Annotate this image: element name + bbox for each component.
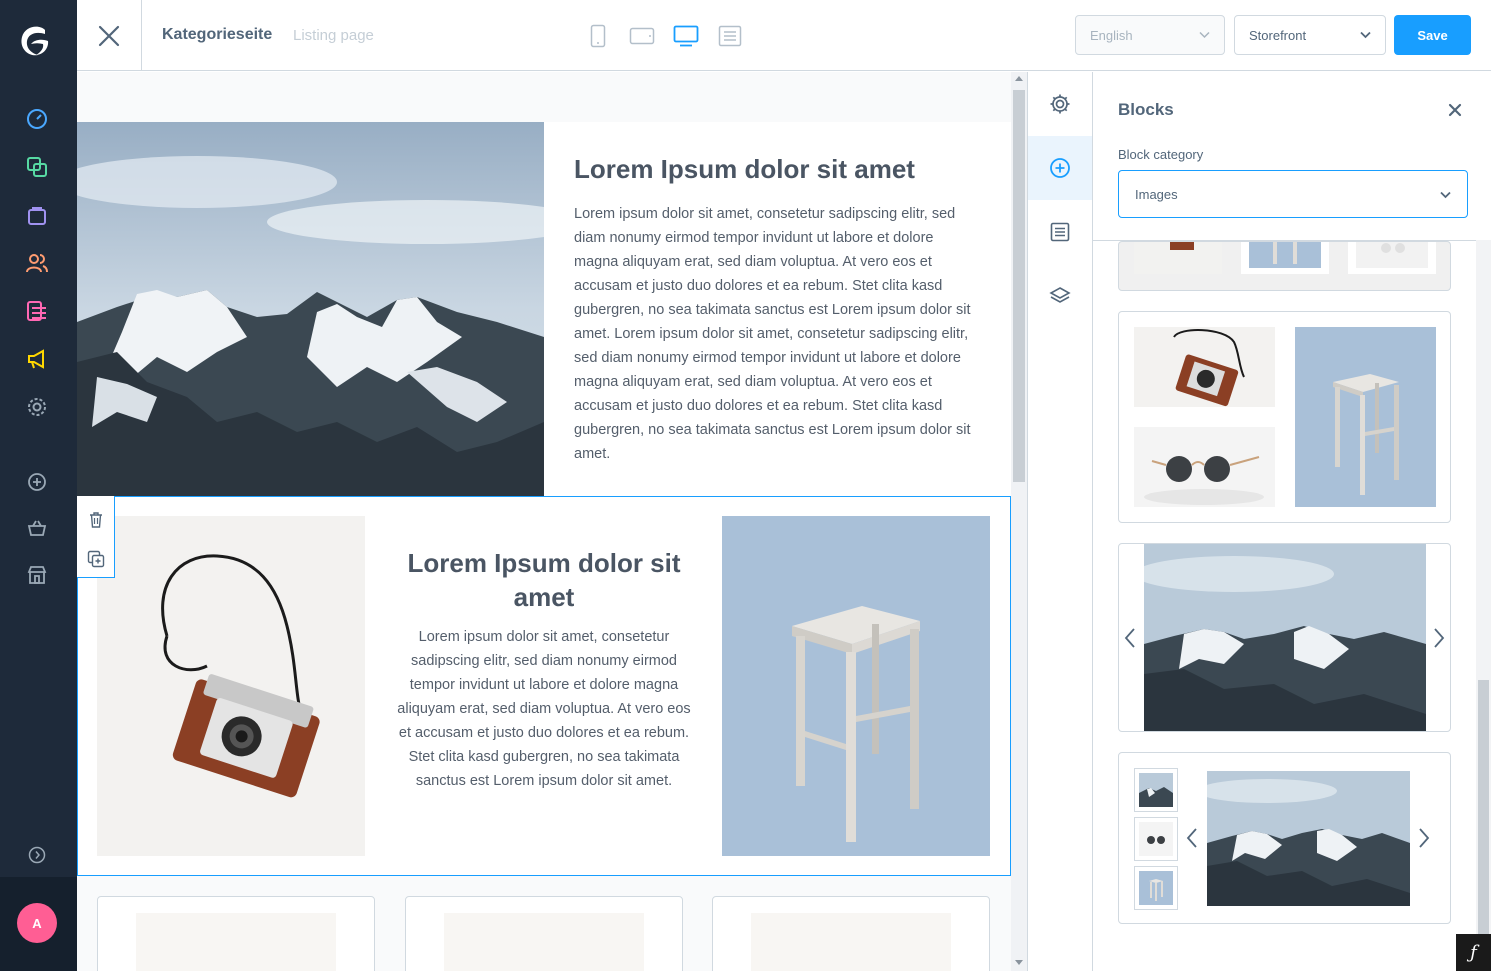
page-type: Listing page: [293, 27, 374, 44]
tablet-landscape-icon[interactable]: [628, 22, 656, 50]
scroll-thumb[interactable]: [1013, 90, 1025, 482]
marketing-icon[interactable]: [24, 346, 50, 372]
user-area: A: [0, 877, 77, 971]
block-heading: Lorem Ipsum dolor sit amet: [407, 548, 681, 612]
block-preview-image-gallery[interactable]: [1118, 311, 1451, 523]
plus-circle-icon[interactable]: [1028, 136, 1092, 200]
main-navigation: A: [0, 0, 77, 971]
chevron-right-icon: [1431, 626, 1447, 650]
list-icon[interactable]: [1028, 200, 1092, 264]
mobile-icon[interactable]: [584, 22, 612, 50]
chevron-left-icon: [1122, 626, 1138, 650]
scroll-down-arrow[interactable]: [1015, 960, 1023, 965]
sales-channel-value: Storefront: [1249, 28, 1307, 43]
page-title: Kategorieseite: [162, 26, 273, 43]
chevron-down-icon: [1360, 31, 1371, 39]
block-actions: [77, 496, 115, 578]
shopping-basket-icon[interactable]: [24, 515, 50, 541]
column-card[interactable]: [405, 896, 683, 971]
form-icon[interactable]: [716, 22, 744, 50]
image-placeholder: [136, 913, 336, 971]
save-button[interactable]: Save: [1394, 15, 1471, 55]
customers-icon[interactable]: [24, 250, 50, 276]
mountain-image: [77, 122, 544, 496]
stool-thumbnail: [1295, 327, 1436, 507]
add-sales-channel-icon[interactable]: [24, 469, 50, 495]
text-element[interactable]: Lorem Ipsum dolor sit amet Lorem ipsum d…: [574, 154, 979, 466]
blocks-panel: Blocks Block category Images: [1093, 72, 1491, 971]
chevron-right-icon: [1416, 826, 1432, 850]
stool-thumbnail: [1241, 242, 1329, 274]
canvas-scrollbar[interactable]: [1011, 72, 1027, 971]
language-value: English: [1090, 28, 1133, 43]
block-heading: Lorem Ipsum dolor sit amet: [574, 154, 915, 184]
close-icon[interactable]: [95, 22, 123, 50]
block-preview-image-slider[interactable]: [1118, 543, 1451, 732]
close-icon[interactable]: [1447, 102, 1463, 118]
stool-thumbnail: [1134, 866, 1178, 910]
language-select[interactable]: English: [1075, 15, 1225, 55]
dashboard-icon[interactable]: [24, 106, 50, 132]
divider: [141, 0, 142, 70]
trash-icon[interactable]: [87, 511, 105, 529]
camera-thumbnail: [1134, 242, 1222, 274]
chevron-down-icon: [1440, 191, 1451, 199]
chevron-circle-right-icon[interactable]: [24, 842, 50, 868]
storefront-icon[interactable]: [24, 562, 50, 588]
three-column-block[interactable]: [77, 884, 1011, 971]
block-category-label: Block category: [1118, 147, 1204, 162]
scroll-up-arrow[interactable]: [1015, 76, 1023, 81]
settings-icon[interactable]: [24, 394, 50, 420]
stool-image: [722, 516, 990, 856]
gear-icon[interactable]: [1028, 72, 1092, 136]
sunglasses-thumbnail: [1134, 427, 1275, 507]
layout-canvas: Lorem Ipsum dolor sit amet Lorem ipsum d…: [77, 72, 1011, 971]
mountain-thumbnail: [1134, 768, 1178, 812]
desktop-icon[interactable]: [672, 22, 700, 50]
symfony-toolbar-icon[interactable]: ƒ: [1456, 934, 1491, 971]
layers-icon[interactable]: [1028, 264, 1092, 328]
top-bar: Kategorieseite Listing page English Stor…: [77, 0, 1491, 71]
image-placeholder: [444, 913, 644, 971]
image-placeholder: [751, 913, 951, 971]
mountain-slide: [1144, 544, 1426, 731]
camera-image: [97, 516, 365, 856]
duplicate-icon[interactable]: [87, 550, 105, 568]
panel-scrollbar[interactable]: [1476, 240, 1491, 971]
chevron-left-icon: [1184, 826, 1200, 850]
glasses-thumbnail: [1348, 242, 1436, 274]
mountain-main-image: [1207, 771, 1410, 906]
content-icon[interactable]: [24, 298, 50, 324]
block-preview-three-images[interactable]: [1118, 241, 1451, 291]
sidebar-tabs: [1027, 72, 1093, 971]
image-text-image-block[interactable]: Lorem Ipsum dolor sit amet Lorem ipsum d…: [77, 496, 1011, 876]
camera-thumbnail: [1134, 327, 1275, 407]
column-card[interactable]: [97, 896, 375, 971]
block-category-select[interactable]: Images: [1118, 170, 1468, 218]
avatar[interactable]: A: [17, 903, 57, 943]
block-paragraph: Lorem ipsum dolor sit amet, consetetur s…: [397, 629, 691, 789]
block-paragraph: Lorem ipsum dolor sit amet, consetetur s…: [574, 206, 971, 462]
panel-title: Blocks: [1118, 100, 1174, 119]
catalogue-icon[interactable]: [24, 154, 50, 180]
column-card[interactable]: [712, 896, 990, 971]
shopware-logo[interactable]: [17, 22, 55, 60]
block-category-value: Images: [1135, 187, 1178, 202]
scroll-thumb[interactable]: [1478, 680, 1489, 950]
block-preview-gallery-buybox[interactable]: [1118, 752, 1451, 924]
text-element[interactable]: Lorem Ipsum dolor sit amet Lorem ipsum d…: [396, 546, 692, 793]
sales-channel-select[interactable]: Storefront: [1234, 15, 1386, 55]
sunglasses-thumbnail: [1134, 817, 1178, 861]
orders-icon[interactable]: [24, 202, 50, 228]
chevron-down-icon: [1199, 31, 1210, 39]
image-text-block[interactable]: Lorem Ipsum dolor sit amet Lorem ipsum d…: [77, 122, 1011, 496]
